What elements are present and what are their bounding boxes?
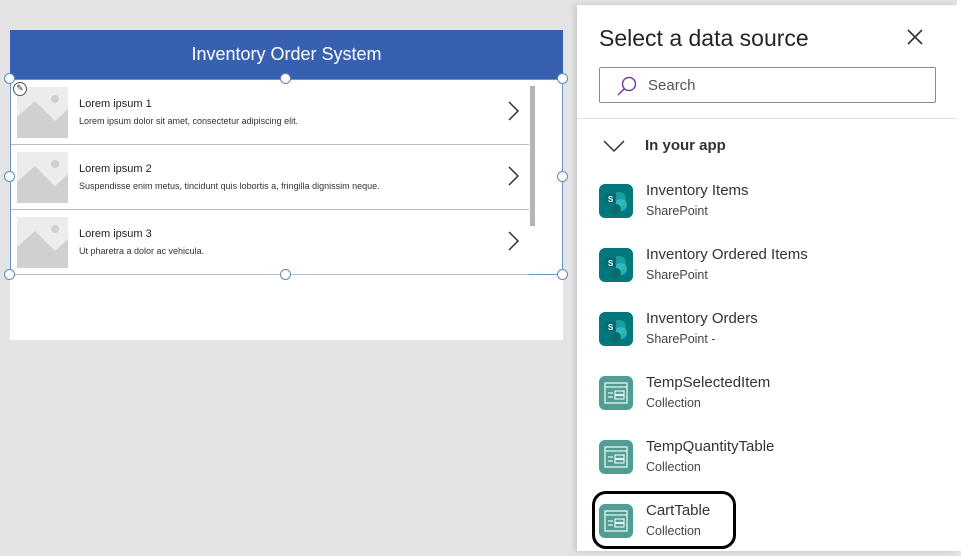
app-title: Inventory Order System xyxy=(191,44,382,64)
svg-text:S: S xyxy=(608,323,614,332)
data-source-item[interactable]: S Inventory Orders SharePoint - xyxy=(599,310,929,364)
item-type: SharePoint xyxy=(646,268,708,282)
item-name: TempSelectedItem xyxy=(646,374,771,391)
gallery-row[interactable]: Lorem ipsum 2 Suspendisse enim metus, ti… xyxy=(11,145,529,210)
data-source-item[interactable]: S Inventory Ordered Items SharePoint xyxy=(599,246,929,300)
item-type: Collection xyxy=(646,460,701,474)
collection-icon xyxy=(599,376,633,410)
image-placeholder-icon xyxy=(17,87,68,138)
item-name: TempQuantityTable xyxy=(646,438,775,455)
sharepoint-icon: S xyxy=(599,184,633,218)
search-box[interactable] xyxy=(599,67,936,103)
item-name: Inventory Ordered Items xyxy=(646,246,808,263)
gallery-row[interactable]: Lorem ipsum 3 Ut pharetra a dolor ac veh… xyxy=(11,210,529,275)
collection-icon xyxy=(599,440,633,474)
data-source-item[interactable]: S Inventory Items SharePoint xyxy=(599,182,929,236)
item-name: Inventory Items xyxy=(646,182,749,199)
resize-handle[interactable] xyxy=(557,73,568,84)
section-label: In your app xyxy=(645,137,726,154)
chevron-right-icon[interactable] xyxy=(505,100,521,122)
resize-handle[interactable] xyxy=(557,269,568,280)
background-edge xyxy=(957,0,961,551)
data-source-item[interactable]: TempSelectedItem Collection xyxy=(599,374,929,428)
resize-handle[interactable] xyxy=(4,269,15,280)
row-subtitle: Ut pharetra a dolor ac vehicula. xyxy=(79,246,205,256)
sharepoint-icon: S xyxy=(599,312,633,346)
row-title: Lorem ipsum 2 xyxy=(79,163,152,175)
search-icon xyxy=(617,76,637,96)
highlight-annotation xyxy=(592,491,736,549)
divider xyxy=(577,118,957,119)
gallery-row[interactable]: Lorem ipsum 1 Lorem ipsum dolor sit amet… xyxy=(11,80,529,145)
row-subtitle: Lorem ipsum dolor sit amet, consectetur … xyxy=(79,116,299,126)
item-type: SharePoint xyxy=(646,204,708,218)
svg-text:S: S xyxy=(608,195,614,204)
panel-title: Select a data source xyxy=(599,25,809,51)
row-title: Lorem ipsum 3 xyxy=(79,228,152,240)
data-source-panel: Select a data source In your app S Inven… xyxy=(577,5,957,551)
row-subtitle: Suspendisse enim metus, tincidunt quis l… xyxy=(79,181,380,191)
resize-handle[interactable] xyxy=(4,73,15,84)
search-input[interactable] xyxy=(648,74,918,96)
resize-handle[interactable] xyxy=(557,171,568,182)
item-type: SharePoint - xyxy=(646,332,716,346)
resize-handle[interactable] xyxy=(280,269,291,280)
section-in-your-app[interactable]: In your app xyxy=(603,137,726,154)
resize-handle[interactable] xyxy=(4,171,15,182)
image-placeholder-icon xyxy=(17,152,68,203)
svg-text:S: S xyxy=(608,259,614,268)
gallery-scrollbar[interactable] xyxy=(530,86,535,226)
gallery[interactable]: Lorem ipsum 1 Lorem ipsum dolor sit amet… xyxy=(10,79,563,275)
app-header[interactable]: Inventory Order System xyxy=(10,30,563,79)
sharepoint-icon: S xyxy=(599,248,633,282)
item-type: Collection xyxy=(646,396,701,410)
chevron-right-icon[interactable] xyxy=(505,165,521,187)
image-placeholder-icon xyxy=(17,217,68,268)
row-title: Lorem ipsum 1 xyxy=(79,98,152,110)
edit-pencil-icon[interactable]: ✎ xyxy=(13,82,27,96)
chevron-down-icon xyxy=(603,139,625,152)
resize-handle[interactable] xyxy=(280,73,291,84)
item-name: Inventory Orders xyxy=(646,310,758,327)
close-icon[interactable] xyxy=(903,25,927,49)
data-source-item[interactable]: TempQuantityTable Collection xyxy=(599,438,929,492)
chevron-right-icon[interactable] xyxy=(505,230,521,252)
